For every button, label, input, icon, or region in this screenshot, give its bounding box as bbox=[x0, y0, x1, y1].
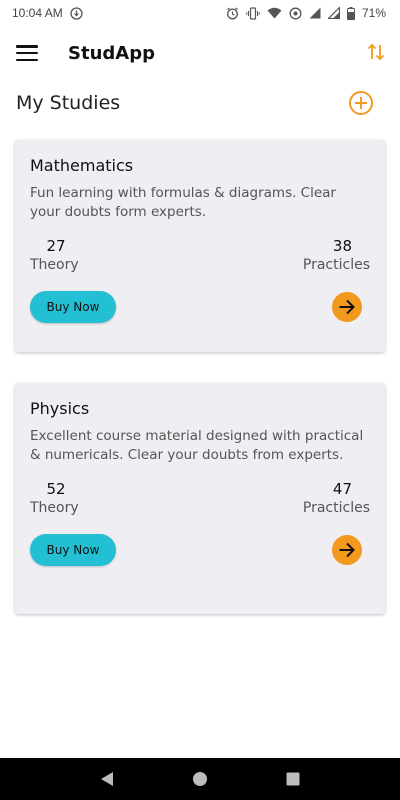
course-title: Physics bbox=[30, 399, 90, 418]
signal-alt-icon bbox=[327, 7, 340, 19]
battery-percent: 71% bbox=[361, 6, 386, 20]
status-time: 10:04 AM bbox=[12, 6, 63, 20]
battery-icon bbox=[346, 6, 355, 20]
course-card-physics[interactable]: Physics Excellent course material design… bbox=[15, 383, 385, 614]
card-actions: Buy Now bbox=[30, 291, 370, 323]
app-bar: StudApp bbox=[0, 26, 400, 80]
recents-square-icon[interactable] bbox=[273, 763, 313, 795]
theory-stat: 52 Theory bbox=[30, 480, 82, 516]
practicles-stat: 38 Practicles bbox=[303, 237, 370, 273]
course-title: Mathematics bbox=[30, 156, 134, 175]
card-actions: Buy Now bbox=[30, 534, 370, 566]
system-nav-bar bbox=[0, 758, 400, 800]
course-card-mathematics[interactable]: Mathematics Fun learning with formulas &… bbox=[15, 140, 385, 352]
wifi-icon bbox=[267, 7, 282, 19]
course-description: Excellent course material designed with … bbox=[30, 428, 364, 463]
add-circle-icon[interactable] bbox=[348, 90, 374, 116]
arrow-right-icon[interactable] bbox=[332, 535, 362, 565]
buy-now-button[interactable]: Buy Now bbox=[30, 291, 116, 323]
vibrate-icon bbox=[246, 6, 260, 20]
status-bar: 10:04 AM 71% bbox=[0, 0, 400, 26]
practicles-label: Practicles bbox=[302, 500, 370, 516]
practicles-count: 47 bbox=[332, 480, 352, 498]
practicles-label: Practicles bbox=[302, 257, 370, 273]
alarm-icon bbox=[226, 7, 239, 20]
theory-label: Theory bbox=[30, 500, 79, 516]
sort-arrows-icon[interactable] bbox=[366, 41, 386, 63]
home-circle-icon[interactable] bbox=[180, 763, 220, 795]
data-saver-icon bbox=[289, 7, 302, 20]
course-stats: 27 Theory 38 Practicles bbox=[30, 237, 370, 273]
section-title: My Studies bbox=[16, 92, 121, 114]
theory-count: 52 bbox=[46, 480, 66, 498]
app-title: StudApp bbox=[68, 42, 155, 64]
hamburger-menu-icon[interactable] bbox=[16, 45, 38, 61]
signal-icon bbox=[309, 7, 321, 19]
download-icon bbox=[70, 6, 83, 20]
course-stats: 52 Theory 47 Practicles bbox=[30, 480, 370, 516]
practicles-count: 38 bbox=[332, 237, 352, 255]
buy-now-button[interactable]: Buy Now bbox=[30, 534, 116, 566]
theory-label: Theory bbox=[30, 257, 79, 273]
theory-count: 27 bbox=[46, 237, 66, 255]
back-triangle-icon[interactable] bbox=[87, 763, 127, 795]
theory-stat: 27 Theory bbox=[30, 237, 82, 273]
section-header: My Studies bbox=[16, 88, 374, 118]
course-description: Fun learning with formulas & diagrams. C… bbox=[30, 185, 336, 220]
practicles-stat: 47 Practicles bbox=[303, 480, 370, 516]
arrow-right-icon[interactable] bbox=[332, 292, 362, 322]
